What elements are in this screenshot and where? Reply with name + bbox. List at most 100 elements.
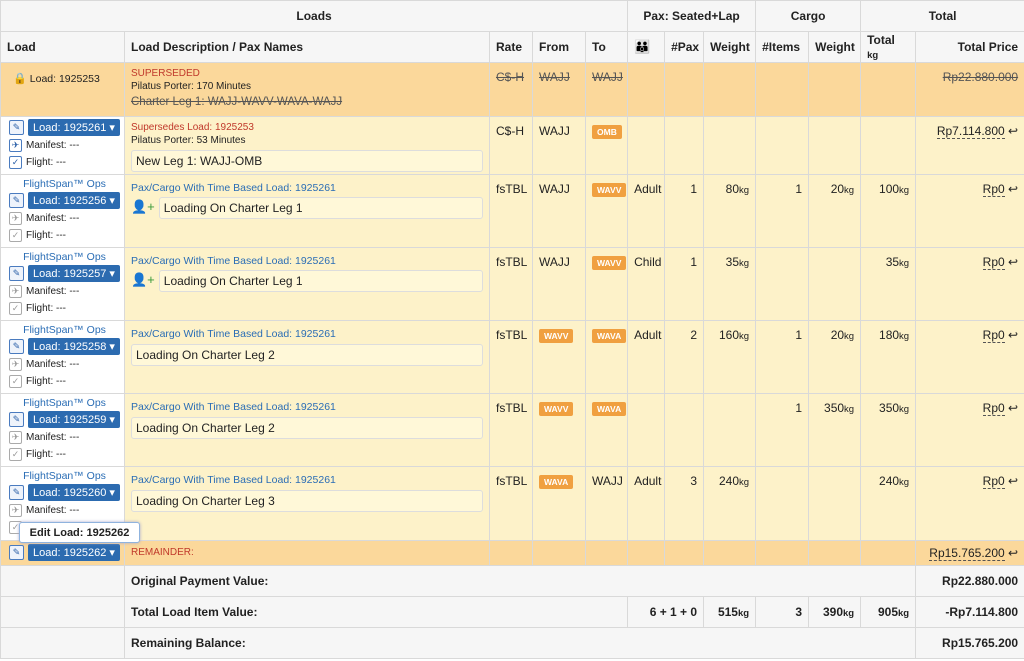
- return-icon[interactable]: ↩: [1008, 124, 1018, 138]
- pax-type: [627, 393, 666, 467]
- original-payment-row: Original Payment Value: Rp22.880.000: [0, 565, 1024, 597]
- edit-icon[interactable]: ✎: [9, 545, 24, 560]
- pax-count: [664, 393, 705, 467]
- plane-icon[interactable]: ✈: [9, 285, 22, 298]
- status-text: SUPERSEDED: [131, 68, 200, 79]
- load-dropdown-button[interactable]: Load: 1925261 ▾: [28, 119, 120, 136]
- main-load-row: ✎ Load: 1925261 ▾ ✈ Manifest: --- ✓ Flight:…: [0, 116, 1024, 175]
- weight-value: 160: [719, 328, 740, 342]
- total-value: 180: [879, 328, 900, 342]
- price[interactable]: Rp7.114.800: [936, 124, 1005, 139]
- load-dropdown-button[interactable]: Load: 1925260 ▾: [28, 484, 120, 501]
- from-airport-badge: WAVA: [539, 475, 574, 489]
- table-row: FlightSpan™ Ops ✎ Load: 1925257 ▾ ✈ Manife…: [0, 247, 1024, 321]
- plane-icon[interactable]: ✈: [9, 139, 22, 152]
- rate: fsTBL: [489, 320, 533, 394]
- rem-value: Rp15.765.200: [915, 627, 1024, 659]
- plane-icon[interactable]: ✈: [9, 431, 22, 444]
- add-user-icon[interactable]: 👤+: [131, 199, 155, 215]
- to-text: WAJJ: [592, 474, 623, 488]
- plane-icon[interactable]: ✈: [9, 212, 22, 225]
- from: WAJJ: [532, 116, 586, 175]
- price[interactable]: Rp0: [982, 328, 1005, 343]
- ops-label: FlightSpan™ Ops: [23, 324, 106, 336]
- to-airport-badge: WAVV: [592, 256, 627, 270]
- rate: fsTBL: [489, 247, 533, 321]
- manifest-text: Manifest: ---: [26, 286, 80, 297]
- load-dropdown-button[interactable]: Load: 1925256 ▾: [28, 192, 120, 209]
- table-row: FlightSpan™ Ops ✎ Load: 1925260 ▾ ✈ Manife…: [0, 466, 1024, 541]
- edit-icon[interactable]: ✎: [9, 339, 24, 354]
- edit-icon[interactable]: ✎: [9, 266, 24, 281]
- edit-icon[interactable]: ✎: [9, 485, 24, 500]
- tli-value: -Rp7.114.800: [915, 596, 1024, 628]
- edit-icon[interactable]: ✎: [9, 412, 24, 427]
- from-text: WAJJ: [539, 255, 570, 269]
- pax-count: 1: [664, 247, 705, 321]
- return-icon[interactable]: ↩: [1008, 401, 1018, 415]
- flight-text: Flight: ---: [26, 157, 66, 168]
- total-value: 35: [885, 255, 900, 269]
- price[interactable]: Rp0: [982, 182, 1005, 197]
- check-icon[interactable]: ✓: [9, 229, 22, 242]
- col-weight: Weight: [703, 31, 757, 63]
- header-pax: Pax: Seated+Lap: [627, 0, 757, 32]
- rem-label: Remaining Balance:: [123, 627, 917, 659]
- table-row: FlightSpan™ Ops ✎ Load: 1925258 ▾ ✈ Manife…: [0, 320, 1024, 394]
- leg-input[interactable]: Loading On Charter Leg 2: [131, 344, 483, 366]
- add-user-icon[interactable]: 👤+: [131, 272, 155, 288]
- from-airport-badge: WAVV: [539, 329, 574, 343]
- leg-input[interactable]: Loading On Charter Leg 3: [131, 490, 483, 512]
- return-icon[interactable]: ↩: [1008, 546, 1018, 560]
- header-loads: Loads: [0, 0, 629, 32]
- orig-value: Rp22.880.000: [915, 565, 1024, 597]
- price[interactable]: Rp0: [982, 255, 1005, 270]
- load-dropdown-button[interactable]: Load: 1925259 ▾: [28, 411, 120, 428]
- pax-type: Adult: [627, 174, 666, 248]
- check-icon[interactable]: ✓: [9, 302, 22, 315]
- to-airport-badge: OMB: [592, 125, 622, 139]
- price[interactable]: Rp0: [982, 474, 1005, 489]
- item-count: [755, 466, 810, 541]
- leg-input[interactable]: New Leg 1: WAJJ-OMB: [131, 150, 483, 172]
- cweight-value: 20: [830, 182, 845, 196]
- col-cweight: Weight: [808, 31, 862, 63]
- orig-label: Original Payment Value:: [123, 565, 917, 597]
- supersedes-text: Supersedes Load: 1925253: [131, 122, 254, 133]
- plane-icon[interactable]: ✈: [9, 358, 22, 371]
- header-cargo: Cargo: [755, 0, 862, 32]
- load-dropdown-button[interactable]: Load: 1925257 ▾: [28, 265, 120, 282]
- col-to: To: [584, 31, 629, 63]
- plane-icon[interactable]: ✈: [9, 504, 22, 517]
- leg-input[interactable]: Loading On Charter Leg 1: [158, 270, 483, 292]
- col-npax: #Pax: [664, 31, 705, 63]
- check-icon[interactable]: ✓: [9, 375, 22, 388]
- tli-label: Total Load Item Value:: [123, 596, 629, 628]
- edit-icon[interactable]: ✎: [9, 193, 24, 208]
- return-icon[interactable]: ↩: [1008, 328, 1018, 342]
- return-icon[interactable]: ↩: [1008, 474, 1018, 488]
- remainder-price[interactable]: Rp15.765.200: [929, 546, 1005, 561]
- return-icon[interactable]: ↩: [1008, 255, 1018, 269]
- aircraft-text: Pilatus Porter: 170 Minutes: [131, 81, 252, 92]
- check-icon[interactable]: ✓: [9, 448, 22, 461]
- superseded-row: 🔒 Load: 1925253 SUPERSEDED Pilatus Porte…: [0, 62, 1024, 117]
- load-dropdown-button[interactable]: Load: 1925258 ▾: [28, 338, 120, 355]
- cweight-value: 20: [830, 328, 845, 342]
- load-dropdown-button[interactable]: Load: 1925262 ▾: [28, 544, 120, 561]
- table-row: FlightSpan™ Ops ✎ Load: 1925256 ▾ ✈ Manife…: [0, 174, 1024, 248]
- to-airport-badge: WAVV: [592, 183, 627, 197]
- total-load-item-row: Total Load Item Value: 6 + 1 + 0 515kg 3…: [0, 596, 1024, 628]
- col-desc: Load Description / Pax Names: [124, 31, 490, 63]
- leg-input[interactable]: Loading On Charter Leg 2: [131, 417, 483, 439]
- price[interactable]: Rp0: [982, 401, 1005, 416]
- leg-input[interactable]: Loading On Charter Leg 1: [158, 197, 483, 219]
- edit-load-tooltip: Edit Load: 1925262: [19, 522, 140, 543]
- edit-icon[interactable]: ✎: [9, 120, 24, 135]
- table-row: FlightSpan™ Ops ✎ Load: 1925259 ▾ ✈ Manife…: [0, 393, 1024, 467]
- tli-total: 905: [877, 605, 898, 619]
- from-airport-badge: WAVV: [539, 402, 574, 416]
- to-airport-badge: WAVA: [592, 329, 627, 343]
- return-icon[interactable]: ↩: [1008, 182, 1018, 196]
- check-icon[interactable]: ✓: [9, 156, 22, 169]
